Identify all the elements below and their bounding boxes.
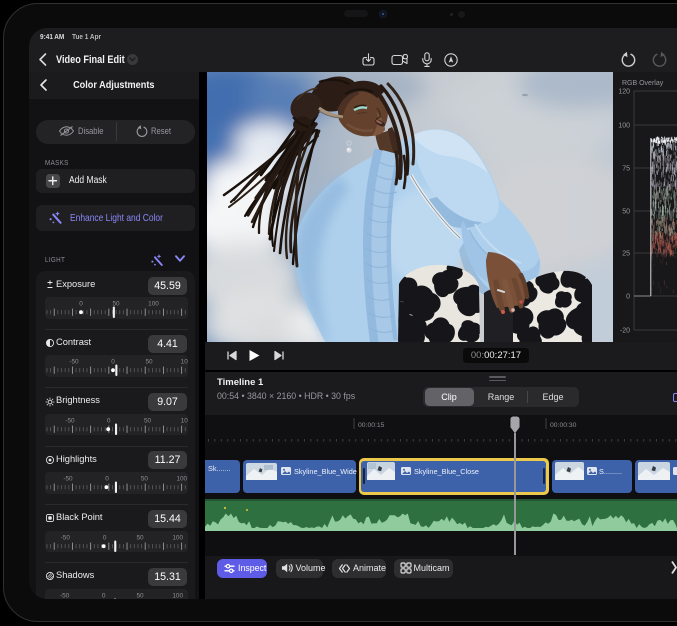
svg-text:100: 100 <box>618 123 630 130</box>
svg-text:100: 100 <box>172 534 183 541</box>
svg-text:0: 0 <box>111 359 115 366</box>
svg-text:100: 100 <box>172 592 183 599</box>
svg-text:-20: -20 <box>620 328 630 335</box>
svg-text:50: 50 <box>145 359 153 366</box>
svg-text:100: 100 <box>176 475 187 482</box>
svg-text:-50: -50 <box>61 534 71 541</box>
svg-text:100: 100 <box>181 359 188 366</box>
svg-text:50: 50 <box>136 534 144 541</box>
svg-text:120: 120 <box>618 89 630 96</box>
svg-text:25: 25 <box>622 251 630 258</box>
svg-text:50: 50 <box>141 475 149 482</box>
svg-text:50: 50 <box>112 300 120 307</box>
svg-text:-50: -50 <box>69 359 79 366</box>
svg-text:0: 0 <box>79 300 83 307</box>
svg-text:-50: -50 <box>60 592 70 599</box>
svg-text:0: 0 <box>102 592 106 599</box>
svg-text:0: 0 <box>103 534 107 541</box>
svg-text:100: 100 <box>148 300 159 307</box>
svg-text:0: 0 <box>105 475 109 482</box>
svg-text:00:00:30: 00:00:30 <box>550 422 577 429</box>
svg-text:00:00:15: 00:00:15 <box>358 422 385 429</box>
svg-text:50: 50 <box>622 209 630 216</box>
svg-text:-50: -50 <box>63 475 73 482</box>
svg-text:50: 50 <box>136 592 144 599</box>
svg-text:RGB Overlay: RGB Overlay <box>622 80 664 87</box>
svg-text:0: 0 <box>626 294 630 301</box>
svg-text:75: 75 <box>622 166 630 173</box>
